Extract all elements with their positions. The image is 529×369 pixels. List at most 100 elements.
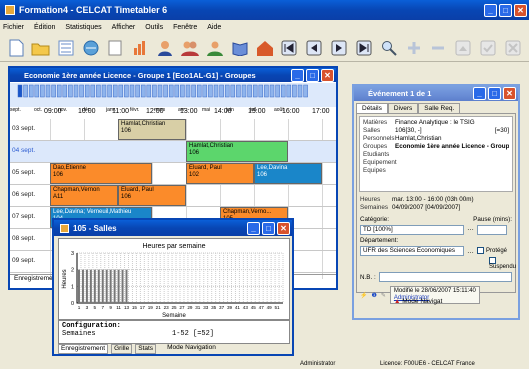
event-block[interactable]: Lee,Davina 106: [254, 163, 322, 184]
search-icon[interactable]: [379, 38, 399, 58]
open-folder-icon[interactable]: [31, 38, 51, 58]
remove-icon[interactable]: [429, 38, 449, 58]
menu-statistiques[interactable]: Statistiques: [65, 24, 101, 31]
up-icon[interactable]: [453, 38, 473, 58]
document-icon[interactable]: [106, 38, 126, 58]
tab-divers[interactable]: Divers: [387, 103, 419, 113]
week-cell[interactable]: [45, 84, 51, 98]
week-cell[interactable]: [118, 84, 124, 98]
ellipsis-button[interactable]: …: [467, 248, 474, 255]
close-button[interactable]: ✕: [503, 87, 516, 100]
close-button[interactable]: ✕: [514, 3, 527, 17]
first-icon[interactable]: [279, 38, 299, 58]
week-cell[interactable]: [247, 84, 252, 98]
menu-afficher[interactable]: Afficher: [112, 24, 136, 31]
protege-checkbox[interactable]: [477, 247, 484, 255]
mode-navigation-button[interactable]: Mode Navigation: [167, 344, 216, 354]
week-cell[interactable]: [286, 84, 292, 98]
week-cell[interactable]: [224, 84, 230, 98]
week-cell[interactable]: [219, 84, 224, 98]
week-cell[interactable]: [79, 84, 84, 98]
tab-stats[interactable]: Stats: [135, 344, 157, 354]
week-cell[interactable]: [96, 84, 101, 98]
menu-edition[interactable]: Édition: [34, 24, 55, 31]
week-cell[interactable]: [90, 84, 96, 98]
week-cell[interactable]: [68, 84, 73, 98]
next-icon[interactable]: [329, 38, 349, 58]
week-cell[interactable]: [84, 84, 90, 98]
week-cell[interactable]: [34, 84, 40, 98]
event-block[interactable]: Chapman,Vernon A11: [50, 185, 118, 206]
week-cell[interactable]: [107, 84, 112, 98]
week-cell[interactable]: [135, 84, 140, 98]
chart-icon[interactable]: [130, 38, 150, 58]
room-icon[interactable]: [255, 38, 275, 58]
maximize-button[interactable]: □: [306, 68, 319, 82]
group-icon[interactable]: [205, 38, 225, 58]
week-bar[interactable]: [10, 83, 336, 107]
close-button[interactable]: ✕: [277, 221, 290, 235]
week-cell[interactable]: [28, 84, 34, 98]
week-cell[interactable]: [62, 84, 68, 98]
week-cell[interactable]: [269, 84, 275, 98]
week-cell[interactable]: [258, 84, 264, 98]
week-cell[interactable]: [213, 84, 219, 98]
week-cell[interactable]: [174, 84, 180, 98]
event-block[interactable]: Hamlat,Christian 106: [118, 119, 186, 140]
mode-navigation-button[interactable]: ▲ Mode Navigat: [394, 298, 442, 305]
week-cell[interactable]: [140, 84, 146, 98]
event-block[interactable]: Eluard, Paul 102: [186, 163, 254, 184]
nb-field[interactable]: [378, 272, 512, 283]
week-cell[interactable]: [185, 84, 191, 98]
week-cell[interactable]: [208, 84, 213, 98]
week-cell[interactable]: [51, 84, 56, 98]
week-cell[interactable]: [163, 84, 168, 98]
list-view-icon[interactable]: [56, 38, 76, 58]
week-cell[interactable]: [101, 84, 107, 98]
departement-field[interactable]: UFR des Sciences Economiques: [360, 246, 464, 256]
minimize-button[interactable]: _: [484, 3, 497, 17]
menu-fenetre[interactable]: Fenêtre: [173, 24, 197, 31]
book-icon[interactable]: [230, 38, 250, 58]
week-cell[interactable]: [56, 84, 62, 98]
add-icon[interactable]: [404, 38, 424, 58]
week-cell[interactable]: [275, 84, 280, 98]
week-cell[interactable]: [124, 84, 129, 98]
week-cell[interactable]: [23, 84, 28, 98]
week-cell[interactable]: [230, 84, 236, 98]
week-cell[interactable]: [17, 84, 23, 98]
minimize-button[interactable]: _: [473, 87, 486, 100]
event-block-selected[interactable]: Hamlat,Christian 106: [186, 141, 288, 162]
pause-field[interactable]: [477, 225, 507, 235]
menu-outils[interactable]: Outils: [145, 24, 163, 31]
last-icon[interactable]: [354, 38, 374, 58]
week-cell[interactable]: [280, 84, 286, 98]
week-cell[interactable]: [180, 84, 185, 98]
maximize-button[interactable]: □: [499, 3, 512, 17]
week-cell[interactable]: [73, 84, 79, 98]
tab-salle-req[interactable]: Salle Req.: [418, 103, 461, 113]
previous-icon[interactable]: [304, 38, 324, 58]
week-cell[interactable]: [303, 84, 308, 98]
categorie-field[interactable]: TD [100%]: [360, 225, 464, 235]
check-icon[interactable]: [478, 38, 498, 58]
event-block[interactable]: Eluard, Paul 106: [118, 185, 186, 206]
week-cell[interactable]: [196, 84, 202, 98]
week-cell[interactable]: [292, 84, 297, 98]
week-cell[interactable]: [152, 84, 157, 98]
week-cell[interactable]: [191, 84, 196, 98]
week-cell[interactable]: [236, 84, 241, 98]
ellipsis-button[interactable]: …: [467, 225, 474, 235]
week-cell[interactable]: [241, 84, 247, 98]
flag-icon[interactable]: ⚡: [360, 292, 367, 299]
menu-fichier[interactable]: Fichier: [3, 24, 24, 31]
globe-icon[interactable]: [81, 38, 101, 58]
close-button[interactable]: ✕: [321, 68, 334, 82]
week-cell[interactable]: [297, 84, 303, 98]
info-icon[interactable]: ❶: [371, 292, 376, 299]
week-selector[interactable]: sept. oct. nov. déc. janv. févr. mars av…: [10, 83, 336, 113]
maximize-button[interactable]: □: [262, 221, 275, 235]
menu-aide[interactable]: Aide: [207, 24, 221, 31]
tab-enregistrement[interactable]: Enregistrement: [58, 344, 109, 354]
week-cell[interactable]: [40, 84, 45, 98]
